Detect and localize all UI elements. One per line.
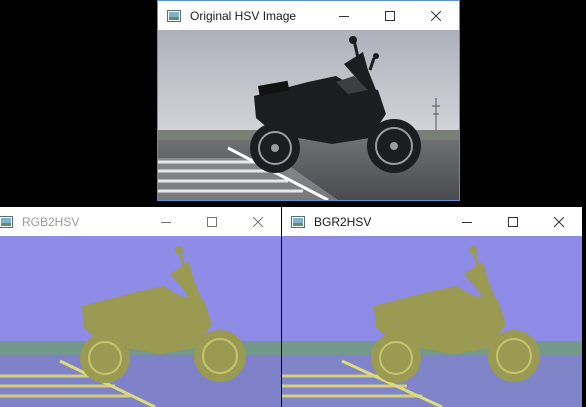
minimize-icon [462,221,472,223]
image-display [0,236,281,407]
maximize-icon [207,216,217,227]
hsv-converted-photo [282,236,582,407]
window-title: RGB2HSV [22,214,80,229]
app-window-icon [167,9,181,22]
app-window-icon [0,215,13,228]
window-original-hsv[interactable]: Original HSV Image [158,1,459,200]
close-button[interactable] [413,1,459,30]
minimize-icon [161,221,171,223]
titlebar[interactable]: BGR2HSV [282,207,582,236]
maximize-button[interactable] [367,1,413,30]
titlebar[interactable]: Original HSV Image [158,1,459,30]
minimize-button[interactable] [321,1,367,30]
minimize-button[interactable] [143,207,189,236]
close-icon [431,10,441,21]
close-button[interactable] [536,207,582,236]
maximize-icon [508,216,518,227]
app-window-icon [291,215,305,228]
window-title: BGR2HSV [314,214,372,229]
window-bgr2hsv[interactable]: BGR2HSV [282,207,582,407]
close-button[interactable] [235,207,281,236]
minimize-icon [339,15,349,17]
maximize-button[interactable] [490,207,536,236]
close-icon [253,216,263,227]
close-icon [554,216,564,227]
window-title: Original HSV Image [190,8,297,23]
image-display [282,236,582,407]
image-display [158,30,459,200]
window-rgb2hsv[interactable]: RGB2HSV [0,207,281,407]
maximize-button[interactable] [189,207,235,236]
titlebar[interactable]: RGB2HSV [0,207,281,236]
minimize-button[interactable] [444,207,490,236]
motorcycle-photo [158,30,459,200]
hsv-converted-photo [0,236,281,407]
maximize-icon [385,10,395,21]
